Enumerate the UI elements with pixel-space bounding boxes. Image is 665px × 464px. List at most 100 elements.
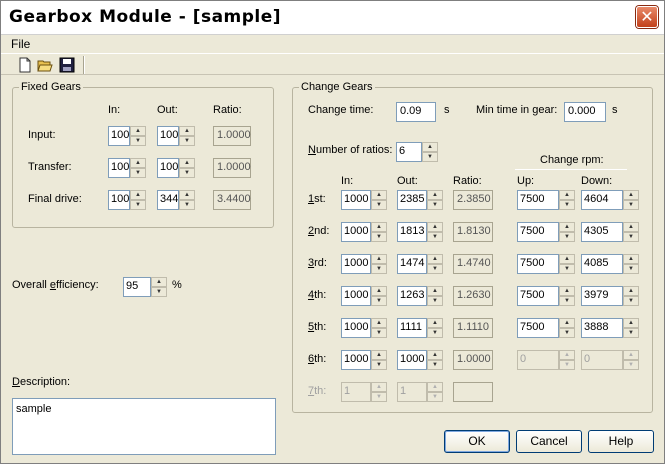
chevron-down-icon[interactable]: ▼ xyxy=(179,136,195,146)
chevron-up-icon[interactable]: ▲ xyxy=(427,254,443,264)
chevron-up-icon[interactable]: ▲ xyxy=(559,318,575,328)
chevron-down-icon[interactable]: ▼ xyxy=(130,168,146,178)
chevron-down-icon[interactable]: ▼ xyxy=(130,200,146,210)
efficiency-value[interactable]: 95 xyxy=(123,277,151,297)
chevron-up-icon[interactable]: ▲ xyxy=(371,286,387,296)
rpm-up-value[interactable]: 7500 xyxy=(517,254,559,274)
rpm-down-stepper[interactable]: 4305 ▲ ▼ xyxy=(581,222,639,242)
chevron-down-icon[interactable]: ▼ xyxy=(623,200,639,210)
gear-out-value[interactable]: 1000 xyxy=(397,350,427,370)
fixed-in-stepper[interactable]: 100 ▲ ▼ xyxy=(108,126,146,146)
chevron-down-icon[interactable]: ▼ xyxy=(623,232,639,242)
rpm-up-value[interactable]: 7500 xyxy=(517,286,559,306)
chevron-up-icon[interactable]: ▲ xyxy=(179,126,195,136)
chevron-down-icon[interactable]: ▼ xyxy=(559,328,575,338)
chevron-up-icon[interactable]: ▲ xyxy=(371,190,387,200)
gear-out-value[interactable]: 1263 xyxy=(397,286,427,306)
chevron-up-icon[interactable]: ▲ xyxy=(623,350,639,360)
gear-in-stepper[interactable]: 1 ▲ ▼ xyxy=(341,382,387,402)
gear-out-stepper[interactable]: 1263 ▲ ▼ xyxy=(397,286,443,306)
gear-in-value[interactable]: 1 xyxy=(341,382,371,402)
chevron-up-icon[interactable]: ▲ xyxy=(371,350,387,360)
chevron-up-icon[interactable]: ▲ xyxy=(559,350,575,360)
rpm-down-stepper[interactable]: 0 ▲ ▼ xyxy=(581,350,639,370)
rpm-up-stepper[interactable]: 7500 ▲ ▼ xyxy=(517,254,575,274)
chevron-up-icon[interactable]: ▲ xyxy=(427,350,443,360)
num-ratios-value[interactable]: 6 xyxy=(396,142,422,162)
chevron-down-icon[interactable]: ▼ xyxy=(559,264,575,274)
chevron-up-icon[interactable]: ▲ xyxy=(371,318,387,328)
save-icon[interactable] xyxy=(59,57,75,73)
gear-in-value[interactable]: 1000 xyxy=(341,254,371,274)
gear-in-value[interactable]: 1000 xyxy=(341,350,371,370)
chevron-down-icon[interactable]: ▼ xyxy=(179,200,195,210)
chevron-up-icon[interactable]: ▲ xyxy=(179,158,195,168)
chevron-up-icon[interactable]: ▲ xyxy=(559,254,575,264)
chevron-up-icon[interactable]: ▲ xyxy=(130,158,146,168)
rpm-up-stepper[interactable]: 7500 ▲ ▼ xyxy=(517,190,575,210)
rpm-down-stepper[interactable]: 3979 ▲ ▼ xyxy=(581,286,639,306)
chevron-up-icon[interactable]: ▲ xyxy=(130,126,146,136)
rpm-down-stepper[interactable]: 3888 ▲ ▼ xyxy=(581,318,639,338)
new-file-icon[interactable] xyxy=(17,57,33,73)
gear-in-stepper[interactable]: 1000 ▲ ▼ xyxy=(341,222,387,242)
chevron-up-icon[interactable]: ▲ xyxy=(427,222,443,232)
chevron-down-icon[interactable]: ▼ xyxy=(623,360,639,370)
chevron-up-icon[interactable]: ▲ xyxy=(623,190,639,200)
rpm-down-stepper[interactable]: 4085 ▲ ▼ xyxy=(581,254,639,274)
gear-in-stepper[interactable]: 1000 ▲ ▼ xyxy=(341,190,387,210)
chevron-down-icon[interactable]: ▼ xyxy=(427,360,443,370)
chevron-down-icon[interactable]: ▼ xyxy=(559,200,575,210)
open-folder-icon[interactable] xyxy=(37,57,53,73)
chevron-down-icon[interactable]: ▼ xyxy=(427,232,443,242)
rpm-up-stepper[interactable]: 7500 ▲ ▼ xyxy=(517,318,575,338)
rpm-down-value[interactable]: 4085 xyxy=(581,254,623,274)
chevron-up-icon[interactable]: ▲ xyxy=(623,222,639,232)
chevron-down-icon[interactable]: ▼ xyxy=(371,392,387,402)
chevron-down-icon[interactable]: ▼ xyxy=(427,296,443,306)
chevron-up-icon[interactable]: ▲ xyxy=(371,254,387,264)
chevron-down-icon[interactable]: ▼ xyxy=(179,168,195,178)
chevron-up-icon[interactable]: ▲ xyxy=(427,318,443,328)
chevron-up-icon[interactable]: ▲ xyxy=(422,142,438,152)
rpm-down-value[interactable]: 3979 xyxy=(581,286,623,306)
help-button[interactable]: Help xyxy=(588,430,654,453)
gear-in-stepper[interactable]: 1000 ▲ ▼ xyxy=(341,350,387,370)
gear-out-value[interactable]: 1474 xyxy=(397,254,427,274)
chevron-up-icon[interactable]: ▲ xyxy=(130,190,146,200)
rpm-up-value[interactable]: 0 xyxy=(517,350,559,370)
chevron-down-icon[interactable]: ▼ xyxy=(371,360,387,370)
chevron-down-icon[interactable]: ▼ xyxy=(371,328,387,338)
fixed-out-stepper[interactable]: 100 ▲ ▼ xyxy=(157,158,195,178)
description-textarea[interactable]: sample xyxy=(12,398,276,455)
chevron-up-icon[interactable]: ▲ xyxy=(623,286,639,296)
fixed-out-value[interactable]: 100 xyxy=(157,126,179,146)
close-button[interactable]: ✕ xyxy=(636,6,658,28)
chevron-down-icon[interactable]: ▼ xyxy=(130,136,146,146)
rpm-down-value[interactable]: 3888 xyxy=(581,318,623,338)
gear-out-stepper[interactable]: 1474 ▲ ▼ xyxy=(397,254,443,274)
chevron-up-icon[interactable]: ▲ xyxy=(559,286,575,296)
gear-in-stepper[interactable]: 1000 ▲ ▼ xyxy=(341,286,387,306)
chevron-up-icon[interactable]: ▲ xyxy=(371,382,387,392)
gear-in-value[interactable]: 1000 xyxy=(341,318,371,338)
fixed-in-stepper[interactable]: 100 ▲ ▼ xyxy=(108,190,146,210)
chevron-up-icon[interactable]: ▲ xyxy=(179,190,195,200)
min-time-input[interactable]: 0.000 xyxy=(564,102,606,122)
rpm-up-stepper[interactable]: 0 ▲ ▼ xyxy=(517,350,575,370)
fixed-in-value[interactable]: 100 xyxy=(108,190,130,210)
chevron-up-icon[interactable]: ▲ xyxy=(559,190,575,200)
gear-out-value[interactable]: 1111 xyxy=(397,318,427,338)
num-ratios-stepper[interactable]: 6 ▲ ▼ xyxy=(396,142,440,162)
chevron-down-icon[interactable]: ▼ xyxy=(427,264,443,274)
rpm-up-value[interactable]: 7500 xyxy=(517,190,559,210)
chevron-down-icon[interactable]: ▼ xyxy=(559,360,575,370)
gear-in-stepper[interactable]: 1000 ▲ ▼ xyxy=(341,254,387,274)
rpm-up-stepper[interactable]: 7500 ▲ ▼ xyxy=(517,286,575,306)
chevron-down-icon[interactable]: ▼ xyxy=(371,296,387,306)
chevron-up-icon[interactable]: ▲ xyxy=(427,286,443,296)
change-time-input[interactable]: 0.09 xyxy=(396,102,436,122)
gear-out-stepper[interactable]: 1 ▲ ▼ xyxy=(397,382,443,402)
gear-out-stepper[interactable]: 1000 ▲ ▼ xyxy=(397,350,443,370)
chevron-down-icon[interactable]: ▼ xyxy=(559,232,575,242)
